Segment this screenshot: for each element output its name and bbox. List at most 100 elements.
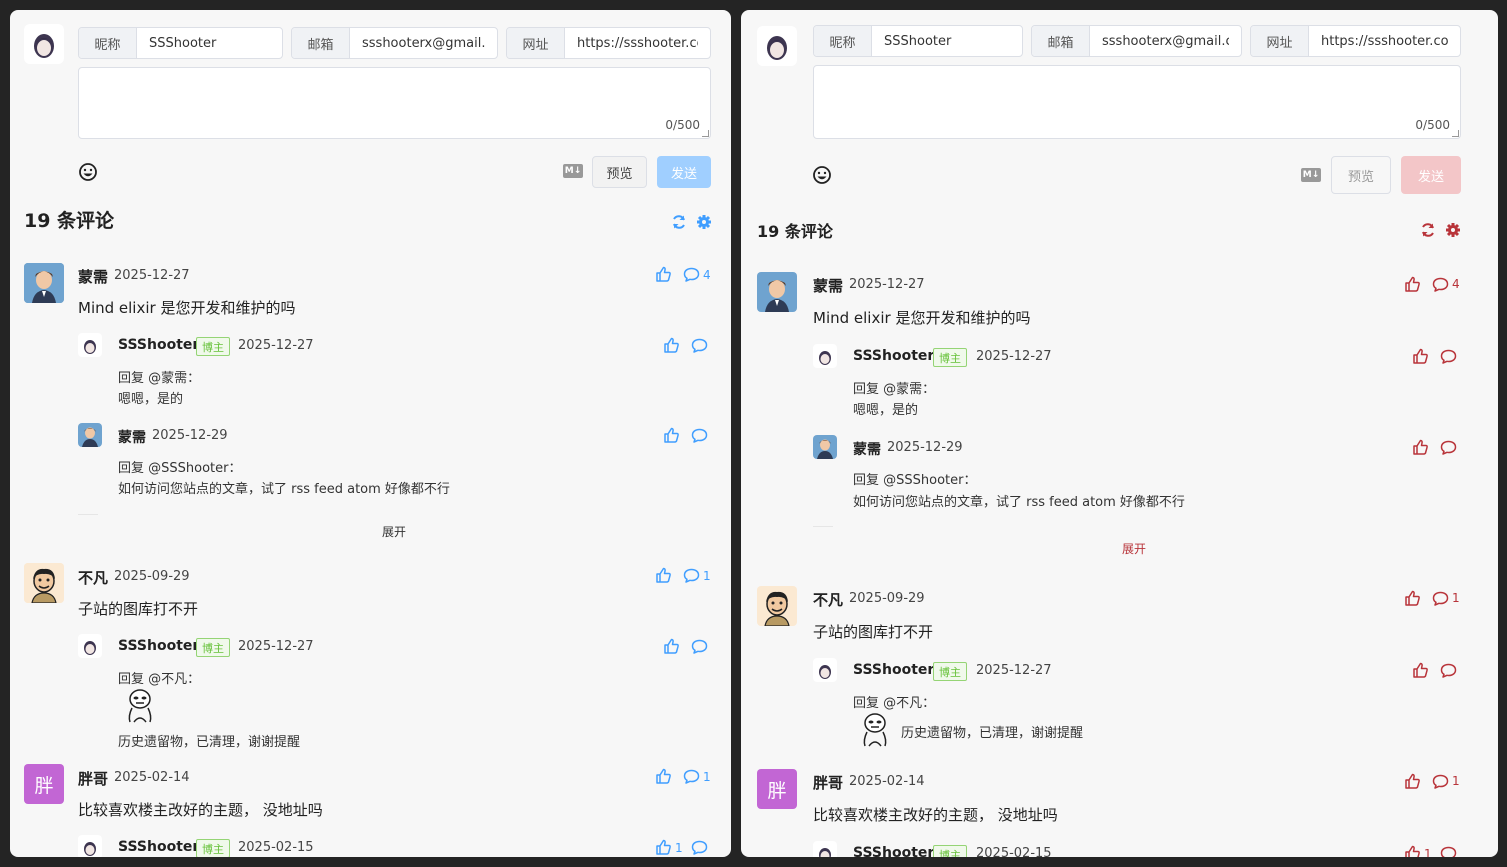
comment-author: 胖哥 [78,770,109,788]
comment-bubble-icon[interactable] [1440,348,1457,365]
preview-button[interactable]: 预览 [1331,156,1391,194]
avatar: 胖 [757,769,797,809]
reply-text: 如何访问您站点的文章，试了 rss feed atom 好像都不行 [853,495,1185,510]
thumbs-up-icon[interactable] [1412,439,1429,456]
reply-date: 2025-12-29 [887,440,963,455]
blogger-badge: 博主 [196,638,230,657]
resize-handle[interactable] [1452,130,1459,137]
reply-date: 2025-12-29 [152,428,228,443]
markdown-icon[interactable]: M↓ [563,164,583,178]
comment-textarea[interactable]: 0/500 [78,67,711,139]
sticker-emoji [863,713,887,747]
comment-bubble-icon[interactable] [1440,439,1457,456]
char-counter: 0/500 [1415,118,1450,132]
expand-button[interactable]: 展开 [382,523,406,540]
thumbs-up-icon[interactable] [1404,590,1421,607]
avatar [78,333,102,357]
thumbs-up-icon[interactable] [1412,662,1429,679]
smile-icon[interactable] [77,161,99,183]
reply-author: 蒙需 [853,442,881,458]
avatar [757,586,797,626]
comment-author: 不凡 [813,591,844,609]
char-counter: 0/500 [665,118,700,132]
website-field[interactable]: 网址 [1250,25,1461,57]
reply-count: 1 [1452,591,1460,605]
thumbs-up-icon[interactable] [1404,276,1421,293]
reply-target: 回复 @蒙需： [118,371,201,386]
comment-text: 比较喜欢楼主改好的主题， 没地址吗 [813,806,1058,824]
resize-handle[interactable] [702,130,709,137]
comment-bubble-icon[interactable] [691,337,708,354]
nickname-input[interactable] [137,28,282,58]
gear-icon[interactable] [1445,222,1461,238]
nickname-label: 昵称 [814,26,872,56]
refresh-icon[interactable] [1420,222,1436,238]
website-label: 网址 [507,28,565,58]
reply-author: SSShooter [118,638,200,654]
email-field[interactable]: 邮箱 [291,27,498,59]
avatar [813,841,837,857]
reply-author: SSShooter [853,845,935,857]
reply-count: 4 [1452,277,1460,291]
comment-bubble-icon[interactable] [1432,773,1449,790]
email-field[interactable]: 邮箱 [1031,25,1242,57]
comment-author: 蒙需 [813,277,844,295]
sticker-emoji [128,689,152,723]
reply-date: 2025-02-15 [238,840,314,855]
thumbs-up-icon[interactable] [663,337,680,354]
preview-button[interactable]: 预览 [592,156,647,188]
reply-count: 1 [703,569,711,583]
comment-bubble-icon[interactable] [1432,276,1449,293]
comment-text: 子站的图库打不开 [813,623,934,641]
thumbs-up-icon[interactable] [655,567,672,584]
reply-date: 2025-12-27 [976,663,1052,678]
avatar [78,835,102,857]
comment-bubble-icon[interactable] [1432,590,1449,607]
comment-textarea[interactable]: 0/500 [813,65,1461,139]
thumbs-up-icon[interactable] [663,427,680,444]
smile-icon[interactable] [811,164,833,186]
thumbs-up-icon[interactable] [655,839,672,856]
email-input[interactable] [350,28,497,58]
nickname-field[interactable]: 昵称 [813,25,1023,57]
expand-button[interactable]: 展开 [1122,540,1146,557]
website-field[interactable]: 网址 [506,27,711,59]
reply-text: 嗯嗯，是的 [853,403,919,418]
send-button[interactable]: 发送 [1401,156,1461,194]
avatar [24,563,64,603]
gear-icon[interactable] [696,214,712,230]
send-button[interactable]: 发送 [657,156,711,188]
comment-bubble-icon[interactable] [691,839,708,856]
comment-bubble-icon[interactable] [691,427,708,444]
like-count: 1 [1424,847,1432,857]
email-label: 邮箱 [1032,26,1090,56]
refresh-icon[interactable] [671,214,687,230]
comment-date: 2025-09-29 [849,591,925,606]
markdown-icon[interactable]: M↓ [1301,168,1321,182]
nickname-input[interactable] [872,26,1022,56]
reply-date: 2025-12-27 [238,338,314,353]
thumbs-up-icon[interactable] [655,768,672,785]
avatar [78,634,102,658]
thumbs-up-icon[interactable] [1404,845,1421,857]
website-input[interactable] [1309,26,1460,56]
thumbs-up-icon[interactable] [1404,773,1421,790]
comment-bubble-icon[interactable] [683,567,700,584]
email-input[interactable] [1090,26,1241,56]
avatar [813,435,837,459]
comment-bubble-icon[interactable] [1440,845,1457,857]
thumbs-up-icon[interactable] [663,638,680,655]
comment-bubble-icon[interactable] [683,266,700,283]
blogger-badge: 博主 [933,348,967,367]
comment-bubble-icon[interactable] [1440,662,1457,679]
nickname-field[interactable]: 昵称 [78,27,283,59]
website-input[interactable] [565,28,710,58]
reply-author: SSShooter [853,662,935,678]
comment-bubble-icon[interactable] [683,768,700,785]
thumbs-up-icon[interactable] [1412,348,1429,365]
reply-count: 4 [703,268,711,282]
thumbs-up-icon[interactable] [655,266,672,283]
comment-date: 2025-02-14 [849,774,925,789]
comment-bubble-icon[interactable] [691,638,708,655]
reply-date: 2025-02-15 [976,846,1052,857]
